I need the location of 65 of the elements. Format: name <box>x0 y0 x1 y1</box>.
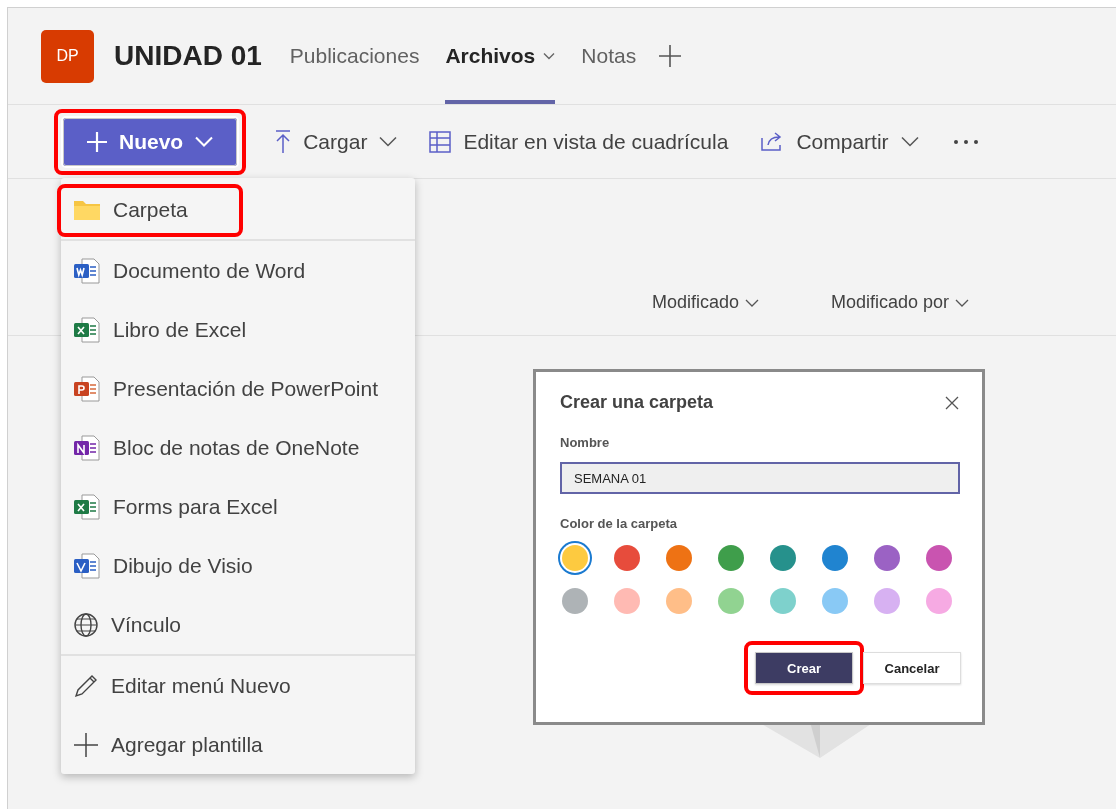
add-tab-icon[interactable] <box>658 44 683 68</box>
grid-icon <box>429 130 452 153</box>
name-field[interactable]: SEMANA 01 <box>560 462 960 494</box>
tab[interactable]: Archivos <box>445 8 556 104</box>
pencil-icon <box>73 672 99 699</box>
globe-icon <box>73 611 99 638</box>
close-icon[interactable] <box>945 395 959 410</box>
menu-item[interactable]: Editar menú Nuevo <box>61 656 415 715</box>
field-label: Color de la carpeta <box>560 516 679 531</box>
color-swatch[interactable] <box>770 588 796 614</box>
menu-item[interactable]: Dibujo de Visio <box>61 536 415 595</box>
caret-icon <box>900 136 919 147</box>
color-swatch[interactable] <box>874 588 900 614</box>
caret-icon <box>955 298 970 307</box>
color-swatch[interactable] <box>666 588 692 614</box>
column-header[interactable]: Modificado por <box>831 292 970 313</box>
upload-icon <box>275 129 292 154</box>
new-button[interactable]: Nuevo <box>63 117 238 166</box>
color-swatch[interactable] <box>562 545 588 571</box>
menu-item[interactable]: Bloc de notas de OneNote <box>61 418 415 477</box>
color-swatch[interactable] <box>718 545 744 571</box>
color-swatch[interactable] <box>770 545 796 571</box>
tab[interactable]: Notas <box>581 8 637 104</box>
caret-icon <box>379 136 398 147</box>
color-swatch[interactable] <box>822 545 848 571</box>
color-swatch[interactable] <box>614 545 640 571</box>
plus-icon <box>73 731 99 758</box>
color-swatch[interactable] <box>562 588 588 614</box>
column-header[interactable]: Modificado <box>652 292 760 313</box>
menu-item[interactable]: Carpeta <box>61 180 415 239</box>
folder-icon <box>73 198 101 221</box>
menu-item[interactable]: Documento de Word <box>61 241 415 300</box>
diagram-file-icon <box>73 552 101 579</box>
spreadsheet-file-icon <box>73 316 101 343</box>
word-file-icon <box>73 257 101 284</box>
caret-icon <box>543 52 556 60</box>
team-name: UNIDAD 01 <box>114 40 262 72</box>
color-swatch[interactable] <box>614 588 640 614</box>
color-swatch[interactable] <box>666 545 692 571</box>
toolbar-button[interactable]: Compartir <box>754 129 925 154</box>
cancel-button[interactable]: Cancelar <box>863 652 961 684</box>
color-swatch[interactable] <box>874 545 900 571</box>
menu-item[interactable]: Agregar plantilla <box>61 715 415 774</box>
menu-item[interactable]: Vínculo <box>61 595 415 654</box>
dialog-title: Crear una carpeta <box>560 392 714 413</box>
field-label: Nombre <box>560 435 611 450</box>
more-icon[interactable] <box>952 138 979 145</box>
color-swatch[interactable] <box>926 588 952 614</box>
color-swatch[interactable] <box>718 588 744 614</box>
caret-icon <box>745 298 760 307</box>
color-swatch[interactable] <box>822 588 848 614</box>
tab[interactable]: Publicaciones <box>289 8 420 104</box>
spreadsheet-file-icon <box>73 493 101 520</box>
menu-item[interactable]: Libro de Excel <box>61 300 415 359</box>
presentation-file-icon <box>73 375 101 402</box>
plus-icon <box>87 131 107 152</box>
team-avatar: DP <box>41 29 94 83</box>
create-button[interactable]: Crear <box>755 652 853 684</box>
notebook-file-icon <box>73 434 101 461</box>
color-swatch[interactable] <box>926 545 952 571</box>
menu-item[interactable]: Presentación de PowerPoint <box>61 359 415 418</box>
toolbar-button[interactable]: Cargar <box>269 129 404 154</box>
menu-item[interactable]: Forms para Excel <box>61 477 415 536</box>
toolbar-button[interactable]: Editar en vista de cuadrícula <box>423 129 735 154</box>
caret-icon <box>195 136 214 147</box>
